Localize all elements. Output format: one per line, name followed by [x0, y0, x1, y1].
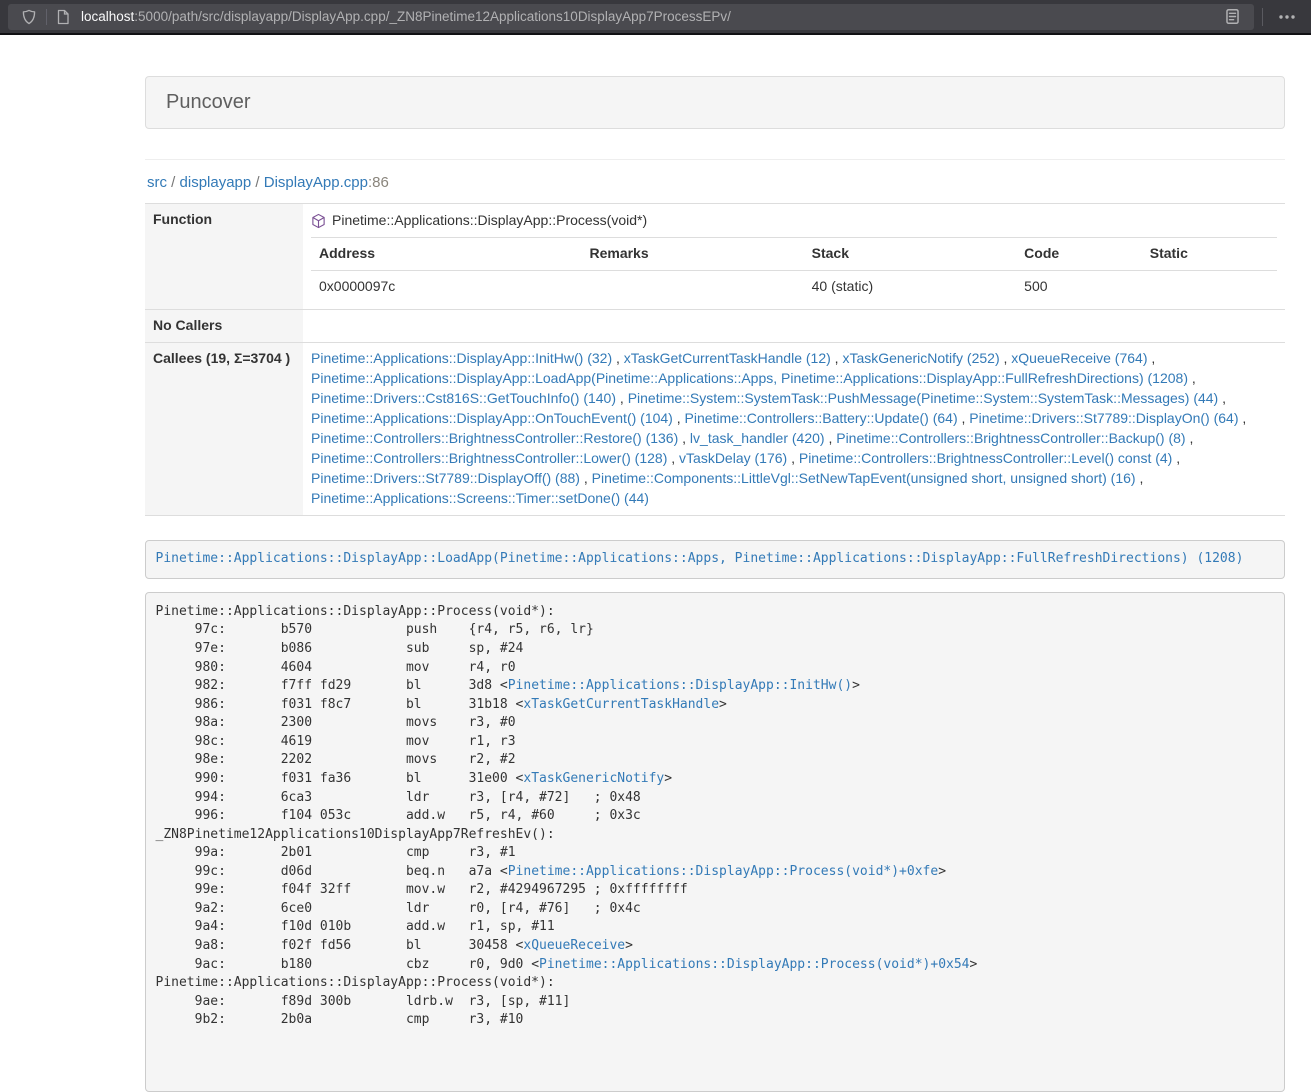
- code-symbol-link[interactable]: Pinetime::Applications::DisplayApp::Proc…: [539, 957, 969, 972]
- callees-list: Pinetime::Applications::DisplayApp::Init…: [303, 342, 1285, 515]
- url-text[interactable]: localhost:5000/path/src/displayapp/Displ…: [81, 9, 1219, 24]
- toolbar-divider: [1262, 8, 1263, 26]
- page-title: Puncover: [166, 91, 1264, 114]
- divider: [145, 159, 1285, 160]
- callee-link[interactable]: Pinetime::Applications::DisplayApp::OnTo…: [311, 410, 673, 426]
- breadcrumb: src / displayapp / DisplayApp.cpp:86: [147, 174, 1285, 191]
- function-label: Function: [145, 204, 303, 310]
- callee-link[interactable]: Pinetime::Controllers::BrightnessControl…: [836, 430, 1185, 446]
- column-header-stack: Stack: [804, 237, 1017, 270]
- callee-link[interactable]: Pinetime::Controllers::BrightnessControl…: [799, 450, 1172, 466]
- function-stats-table: Address Remarks Stack Code Static 0x0000…: [311, 237, 1277, 303]
- code-symbol-link[interactable]: Pinetime::Applications::DisplayApp::Init…: [508, 678, 852, 693]
- function-table: Function Pinetime::Applications::Display…: [145, 203, 1285, 516]
- breadcrumb-line-number: :86: [368, 174, 389, 191]
- code-symbol-link[interactable]: xQueueReceive: [523, 938, 625, 953]
- callee-link[interactable]: xQueueReceive (764): [1011, 350, 1147, 366]
- breadcrumb-separator: /: [171, 174, 175, 191]
- shield-icon[interactable]: [16, 9, 42, 25]
- callee-link[interactable]: Pinetime::Controllers::Battery::Update()…: [685, 410, 958, 426]
- callee-link[interactable]: Pinetime::System::SystemTask::PushMessag…: [628, 390, 1219, 406]
- urlbar-divider: [46, 9, 47, 25]
- breadcrumb-link-src[interactable]: src: [147, 174, 167, 191]
- callee-link[interactable]: vTaskDelay (176): [679, 450, 787, 466]
- page-container: Puncover src / displayapp / DisplayApp.c…: [145, 76, 1285, 1092]
- static-value: [1142, 270, 1277, 302]
- disassembly-code: Pinetime::Applications::DisplayApp::Proc…: [145, 592, 1285, 1092]
- callee-link[interactable]: Pinetime::Applications::DisplayApp::Init…: [311, 350, 612, 366]
- breadcrumb-link-displayapp[interactable]: displayapp: [180, 174, 252, 191]
- url-path: :5000/path/src/displayapp/DisplayApp.cpp…: [134, 9, 731, 24]
- stack-value: 40 (static): [804, 270, 1017, 302]
- column-header-remarks: Remarks: [581, 237, 803, 270]
- callee-link[interactable]: Pinetime::Controllers::BrightnessControl…: [311, 430, 678, 446]
- overflow-menu-button[interactable]: [1271, 9, 1303, 25]
- code-value: 500: [1016, 270, 1142, 302]
- callee-link[interactable]: Pinetime::Controllers::BrightnessControl…: [311, 450, 667, 466]
- callee-link[interactable]: xTaskGenericNotify (252): [842, 350, 999, 366]
- column-header-static: Static: [1142, 237, 1277, 270]
- url-host: localhost: [81, 9, 134, 24]
- column-header-code: Code: [1016, 237, 1142, 270]
- url-bar[interactable]: localhost:5000/path/src/displayapp/Displ…: [8, 4, 1254, 30]
- callee-link[interactable]: xTaskGetCurrentTaskHandle (12): [624, 350, 831, 366]
- callees-row: Callees (19, Σ=3704 ) Pinetime::Applicat…: [145, 342, 1285, 515]
- column-header-address: Address: [311, 237, 581, 270]
- callee-link[interactable]: Pinetime::Applications::DisplayApp::Load…: [311, 370, 1188, 386]
- breadcrumb-link-file[interactable]: DisplayApp.cpp: [264, 174, 368, 191]
- callee-link[interactable]: Pinetime::Drivers::Cst816S::GetTouchInfo…: [311, 390, 616, 406]
- table-row: 0x0000097c 40 (static) 500: [311, 270, 1277, 302]
- code-symbol-link[interactable]: xTaskGenericNotify: [523, 771, 664, 786]
- code-symbol-link[interactable]: Pinetime::Applications::DisplayApp::Proc…: [508, 864, 938, 879]
- callee-link[interactable]: Pinetime::Applications::Screens::Timer::…: [311, 490, 649, 506]
- callee-link[interactable]: Pinetime::Drivers::St7789::DisplayOn() (…: [969, 410, 1238, 426]
- page-icon[interactable]: [51, 9, 75, 25]
- app-header-panel: Puncover: [145, 76, 1285, 129]
- function-row: Function Pinetime::Applications::Display…: [145, 204, 1285, 310]
- no-callers-label: No Callers: [145, 309, 303, 342]
- breadcrumb-separator: /: [255, 174, 259, 191]
- browser-toolbar: localhost:5000/path/src/displayapp/Displ…: [0, 0, 1311, 35]
- reader-mode-icon[interactable]: [1219, 8, 1246, 25]
- code-symbol-link[interactable]: xTaskGetCurrentTaskHandle: [523, 697, 719, 712]
- callee-link[interactable]: lv_task_handler (420): [690, 430, 825, 446]
- snippet-box: Pinetime::Applications::DisplayApp::Load…: [145, 540, 1285, 580]
- symbol-cube-icon: [311, 213, 326, 229]
- function-name: Pinetime::Applications::DisplayApp::Proc…: [332, 211, 647, 231]
- address-value: 0x0000097c: [311, 270, 581, 302]
- callee-link[interactable]: Pinetime::Components::LittleVgl::SetNewT…: [592, 470, 1136, 486]
- callee-link[interactable]: Pinetime::Drivers::St7789::DisplayOff() …: [311, 470, 580, 486]
- remarks-value: [581, 270, 803, 302]
- callees-label: Callees (19, Σ=3704 ): [145, 342, 303, 515]
- snippet-symbol-link[interactable]: Pinetime::Applications::DisplayApp::Load…: [156, 551, 1244, 566]
- no-callers-row: No Callers: [145, 309, 1285, 342]
